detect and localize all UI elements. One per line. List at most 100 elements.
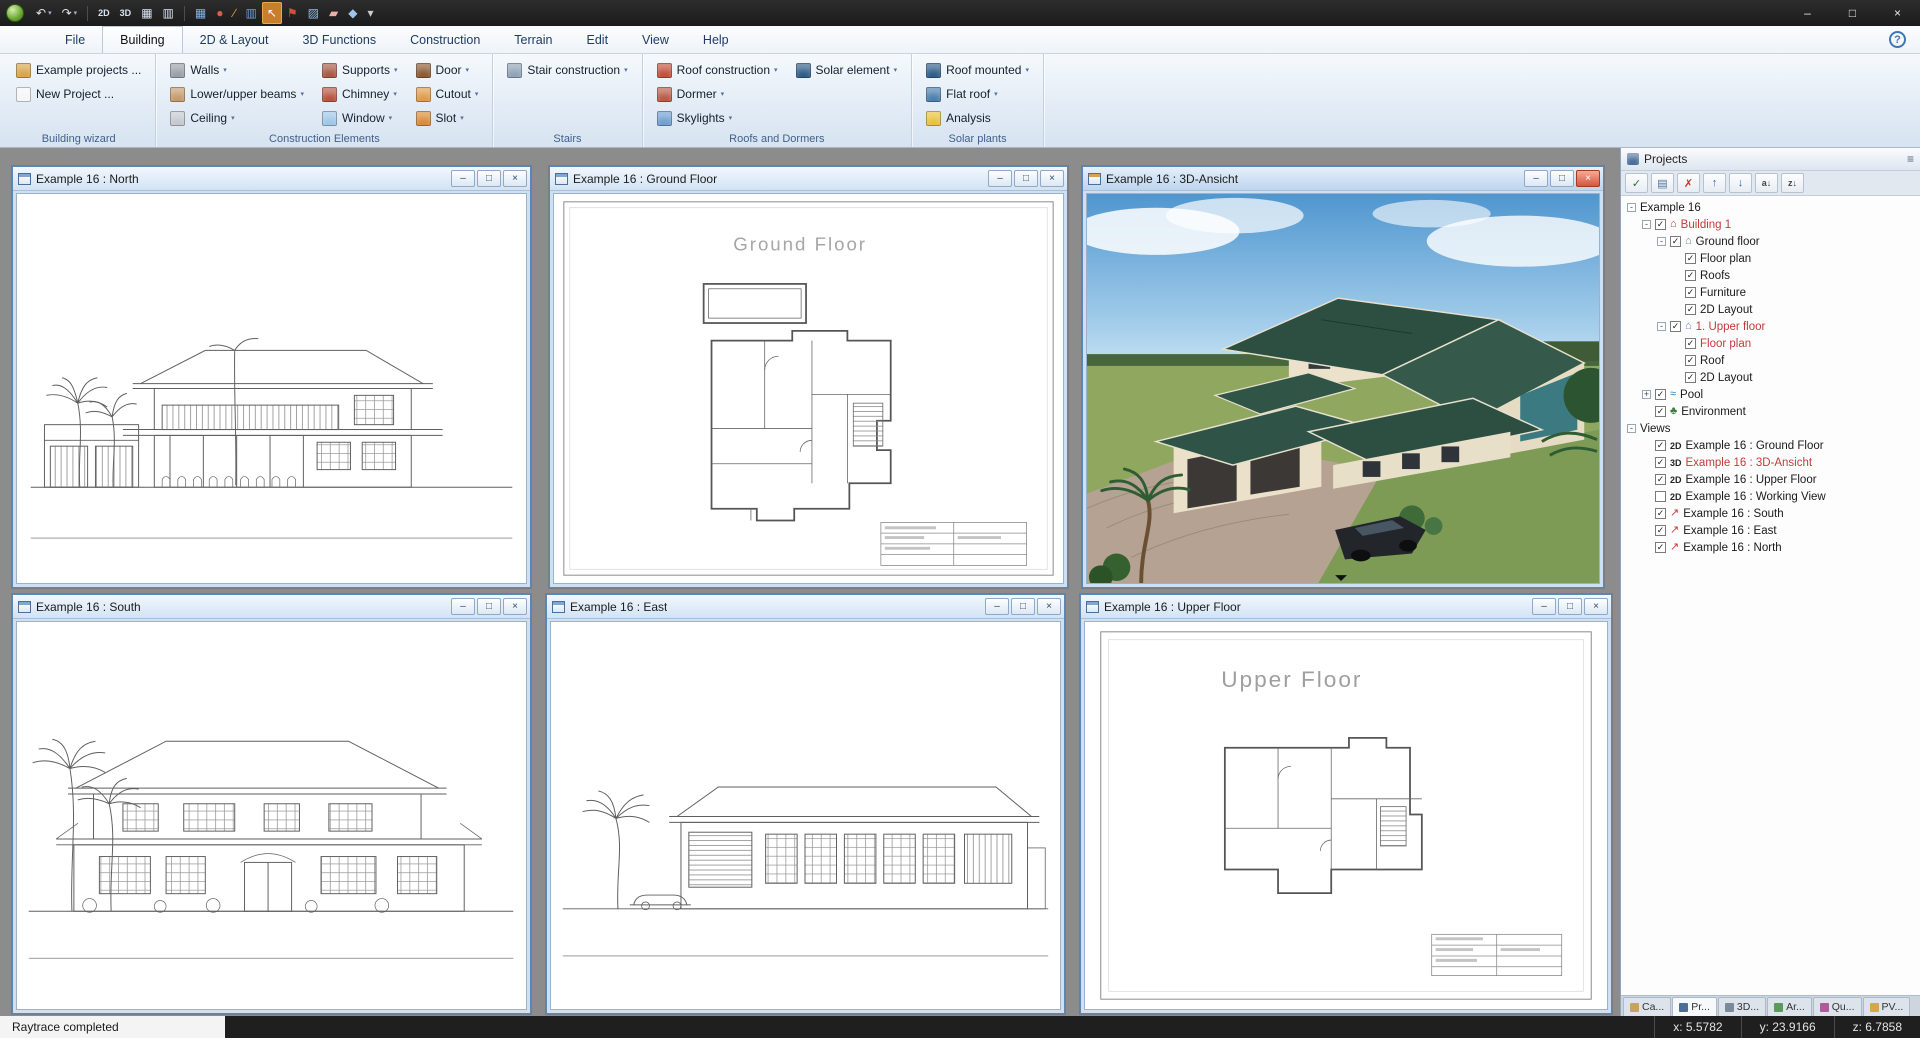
- raytrace-icon[interactable]: ●: [211, 2, 228, 24]
- move-up-icon[interactable]: ↑: [1703, 173, 1726, 193]
- tree-node[interactable]: ✓2D Layout: [1621, 369, 1920, 386]
- checkbox[interactable]: ✓: [1685, 287, 1696, 298]
- tree-node[interactable]: -Example 16: [1621, 199, 1920, 216]
- ribbon-button-chimney[interactable]: Chimney▾: [317, 82, 403, 106]
- ribbon-button-analysis[interactable]: Analysis: [921, 106, 1034, 130]
- undo-icon[interactable]: ↶▾: [31, 2, 57, 24]
- tree-node[interactable]: ✓Floor plan: [1621, 335, 1920, 352]
- expand-icon[interactable]: +: [1642, 390, 1651, 399]
- tree-node[interactable]: 2DExample 16 : Working View: [1621, 488, 1920, 505]
- drawing-canvas-south[interactable]: [16, 621, 527, 1010]
- window-close-button[interactable]: ×: [1576, 170, 1600, 187]
- ribbon-button-new-project[interactable]: New Project ...: [11, 82, 146, 106]
- drawing-canvas-ground-floor[interactable]: Ground Floor: [553, 193, 1064, 584]
- window-titlebar[interactable]: Example 16 : North – □ ×: [13, 167, 530, 191]
- checkbox[interactable]: ✓: [1655, 525, 1666, 536]
- window-example16-ground-floor[interactable]: Example 16 : Ground Floor – □ × Ground F…: [549, 166, 1068, 588]
- ribbon-button-slot[interactable]: Slot▾: [411, 106, 484, 130]
- ribbon-button-door[interactable]: Door▾: [411, 58, 484, 82]
- ribbon-button-solar-element[interactable]: Solar element▾: [791, 58, 903, 82]
- tree-node[interactable]: ✓Roof: [1621, 352, 1920, 369]
- checkbox[interactable]: ✓: [1685, 355, 1696, 366]
- window-minimize-button[interactable]: –: [1532, 598, 1556, 615]
- panel-tab-qu[interactable]: Qu...: [1813, 997, 1862, 1016]
- ribbon-button-roof-construction[interactable]: Roof construction▾: [652, 58, 783, 82]
- window-restore-button[interactable]: □: [1550, 170, 1574, 187]
- panel-tab-pv[interactable]: PV...: [1863, 997, 1911, 1016]
- tree-node[interactable]: ✓♣Environment: [1621, 403, 1920, 420]
- view-3d-icon[interactable]: 3D: [115, 2, 137, 24]
- panel-menu-icon[interactable]: ≡: [1907, 152, 1914, 166]
- checkbox[interactable]: ✓: [1685, 304, 1696, 315]
- tree-node[interactable]: ✓3DExample 16 : 3D-Ansicht: [1621, 454, 1920, 471]
- ribbon-button-window[interactable]: Window▾: [317, 106, 403, 130]
- window-close-button[interactable]: ×: [1584, 598, 1608, 615]
- panel-tab-pr[interactable]: Pr...: [1672, 997, 1717, 1016]
- select-arrow-icon[interactable]: ↖: [262, 2, 282, 24]
- tree-node[interactable]: ✓2DExample 16 : Upper Floor: [1621, 471, 1920, 488]
- window-restore-button[interactable]: □: [477, 598, 501, 615]
- drawing-canvas-east[interactable]: [550, 621, 1061, 1010]
- checkbox[interactable]: ✓: [1685, 338, 1696, 349]
- checkbox[interactable]: ✓: [1685, 372, 1696, 383]
- ribbon-button-dormer[interactable]: Dormer▾: [652, 82, 783, 106]
- checkbox[interactable]: ✓: [1685, 270, 1696, 281]
- minimize-button[interactable]: –: [1785, 0, 1830, 26]
- redo-icon[interactable]: ↷▾: [57, 2, 83, 24]
- sort-asc-icon[interactable]: a↓: [1755, 173, 1778, 193]
- window-minimize-button[interactable]: –: [451, 170, 475, 187]
- tree-node[interactable]: ✓2D Layout: [1621, 301, 1920, 318]
- move-down-icon[interactable]: ↓: [1729, 173, 1752, 193]
- checkbox[interactable]: ✓: [1655, 474, 1666, 485]
- window-close-button[interactable]: ×: [503, 598, 527, 615]
- window-titlebar[interactable]: Example 16 : Ground Floor – □ ×: [550, 167, 1067, 191]
- view-2d-icon[interactable]: 2D: [93, 2, 115, 24]
- tab-help[interactable]: Help: [686, 26, 746, 53]
- window-minimize-button[interactable]: –: [988, 170, 1012, 187]
- tab-edit[interactable]: Edit: [570, 26, 626, 53]
- ribbon-button-skylights[interactable]: Skylights▾: [652, 106, 783, 130]
- panel-tab-ar[interactable]: Ar...: [1767, 997, 1812, 1016]
- checkbox[interactable]: ✓: [1655, 440, 1666, 451]
- tree-node[interactable]: -✓⌂Ground floor: [1621, 233, 1920, 250]
- tree-node[interactable]: ✓Furniture: [1621, 284, 1920, 301]
- tab-3d-functions[interactable]: 3D Functions: [285, 26, 393, 53]
- window-titlebar[interactable]: Example 16 : South – □ ×: [13, 595, 530, 619]
- tree-node[interactable]: ✓↗Example 16 : North: [1621, 539, 1920, 556]
- ribbon-button-stair-construction[interactable]: Stair construction▾: [502, 58, 632, 82]
- window-titlebar[interactable]: Example 16 : Upper Floor – □ ×: [1081, 595, 1611, 619]
- drawing-canvas-upper-floor[interactable]: Upper Floor: [1084, 621, 1608, 1010]
- drawing-canvas-north[interactable]: [16, 193, 527, 584]
- window-minimize-button[interactable]: –: [1524, 170, 1548, 187]
- tree-node[interactable]: ✓Roofs: [1621, 267, 1920, 284]
- more-tools-icon[interactable]: ▾: [362, 2, 378, 24]
- window-restore-button[interactable]: □: [1014, 170, 1038, 187]
- cube-icon[interactable]: ◆: [343, 2, 362, 24]
- tab-2d-layout[interactable]: 2D & Layout: [183, 26, 286, 53]
- chart-icon[interactable]: ▥: [240, 2, 261, 24]
- window-minimize-button[interactable]: –: [985, 598, 1009, 615]
- flag-icon[interactable]: ⚑: [282, 2, 303, 24]
- ribbon-button-lower-upper-beams[interactable]: Lower/upper beams▾: [165, 82, 309, 106]
- checkbox[interactable]: ✓: [1670, 236, 1681, 247]
- window-close-button[interactable]: ×: [1040, 170, 1064, 187]
- projects-panel-header[interactable]: Projects ≡: [1621, 148, 1920, 171]
- ribbon-button-cutout[interactable]: Cutout▾: [411, 82, 484, 106]
- help-button[interactable]: ?: [1889, 31, 1906, 48]
- tab-construction[interactable]: Construction: [393, 26, 497, 53]
- window-close-button[interactable]: ×: [503, 170, 527, 187]
- eraser-icon[interactable]: ▰: [324, 2, 343, 24]
- collapse-icon[interactable]: -: [1657, 322, 1666, 331]
- tile-windows-icon[interactable]: ▦: [136, 2, 157, 24]
- panel-tab-3d[interactable]: 3D...: [1718, 997, 1766, 1016]
- measure-icon[interactable]: ∕: [228, 2, 240, 24]
- window-close-button[interactable]: ×: [1037, 598, 1061, 615]
- ribbon-button-walls[interactable]: Walls▾: [165, 58, 309, 82]
- tab-building[interactable]: Building: [102, 26, 182, 53]
- confirm-icon[interactable]: ✓: [1625, 173, 1648, 193]
- checkbox[interactable]: ✓: [1655, 457, 1666, 468]
- app-logo-icon[interactable]: [6, 4, 24, 22]
- ribbon-button-flat-roof[interactable]: Flat roof▾: [921, 82, 1034, 106]
- checkbox[interactable]: ✓: [1655, 406, 1666, 417]
- window-example16-south[interactable]: Example 16 : South – □ ×: [12, 594, 531, 1014]
